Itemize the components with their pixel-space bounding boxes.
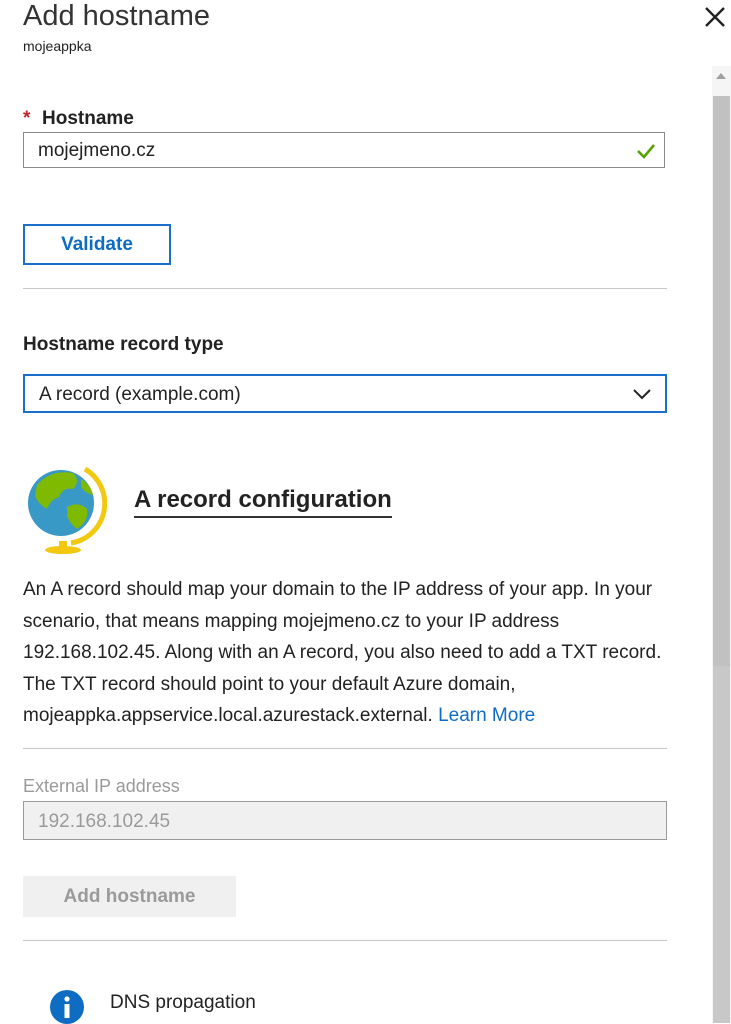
record-type-label: Hostname record type	[23, 334, 224, 355]
panel-subtitle: mojeappka	[23, 38, 92, 54]
add-hostname-button[interactable]: Add hostname	[23, 876, 236, 917]
record-type-select[interactable]: A record (example.com)	[23, 374, 667, 413]
scrollbar-thumb[interactable]	[713, 96, 730, 666]
globe-icon	[28, 466, 107, 554]
external-ip-field: 192.168.102.45	[23, 801, 667, 840]
chevron-down-icon	[633, 389, 651, 400]
learn-more-link[interactable]: Learn More	[438, 705, 535, 726]
divider	[23, 940, 667, 941]
scrollbar-lower-track	[713, 666, 730, 1023]
hostname-input[interactable]: mojejmeno.cz	[23, 132, 665, 168]
panel-title: Add hostname	[23, 0, 211, 32]
config-description-text: An A record should map your domain to th…	[23, 579, 662, 726]
dns-propagation-label: DNS propagation	[110, 992, 256, 1013]
validate-button-label: Validate	[61, 234, 133, 255]
scroll-up-arrow-icon[interactable]	[715, 70, 727, 82]
hostname-value: mojejmeno.cz	[38, 140, 156, 161]
record-type-value: A record (example.com)	[39, 384, 241, 405]
divider	[23, 748, 667, 749]
required-marker: *	[23, 108, 31, 129]
checkmark-icon	[637, 144, 655, 159]
external-ip-value: 192.168.102.45	[38, 811, 171, 832]
validate-button[interactable]: Validate	[23, 224, 171, 265]
close-icon[interactable]	[702, 4, 728, 30]
config-title: A record configuration	[134, 486, 392, 518]
info-icon	[50, 990, 84, 1024]
config-description: An A record should map your domain to th…	[23, 574, 673, 732]
add-hostname-button-label: Add hostname	[63, 886, 196, 907]
divider	[23, 288, 667, 289]
external-ip-label: External IP address	[23, 776, 180, 796]
hostname-label: Hostname	[42, 108, 134, 129]
